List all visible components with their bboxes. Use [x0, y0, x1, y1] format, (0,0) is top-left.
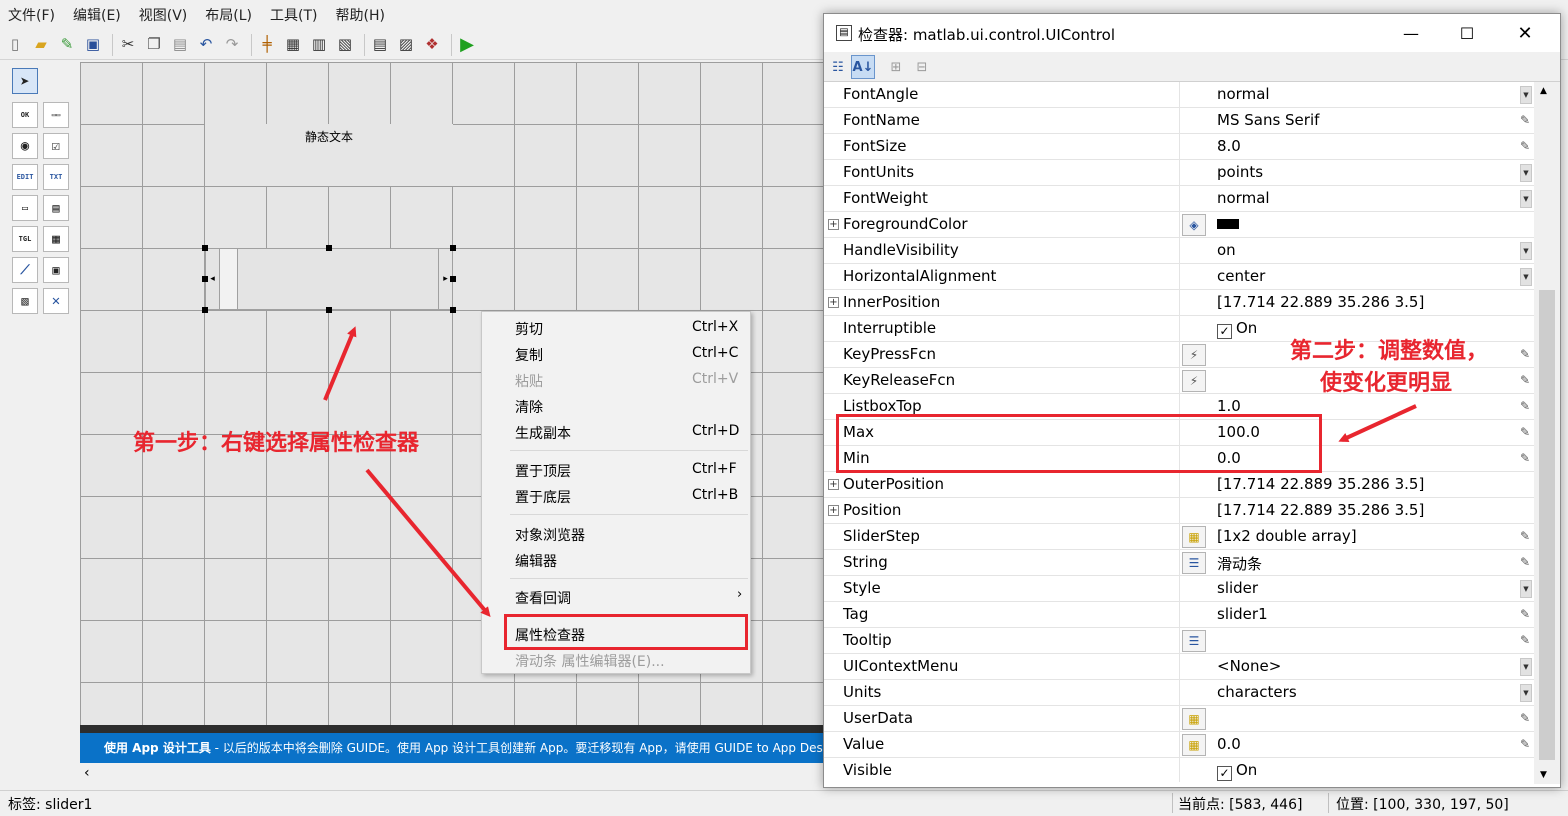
arrow-to-slider	[323, 326, 357, 401]
arrow-to-max-min	[1338, 404, 1417, 443]
annotation-arrows	[323, 326, 1417, 618]
arrow-to-inspector-item	[365, 468, 491, 618]
